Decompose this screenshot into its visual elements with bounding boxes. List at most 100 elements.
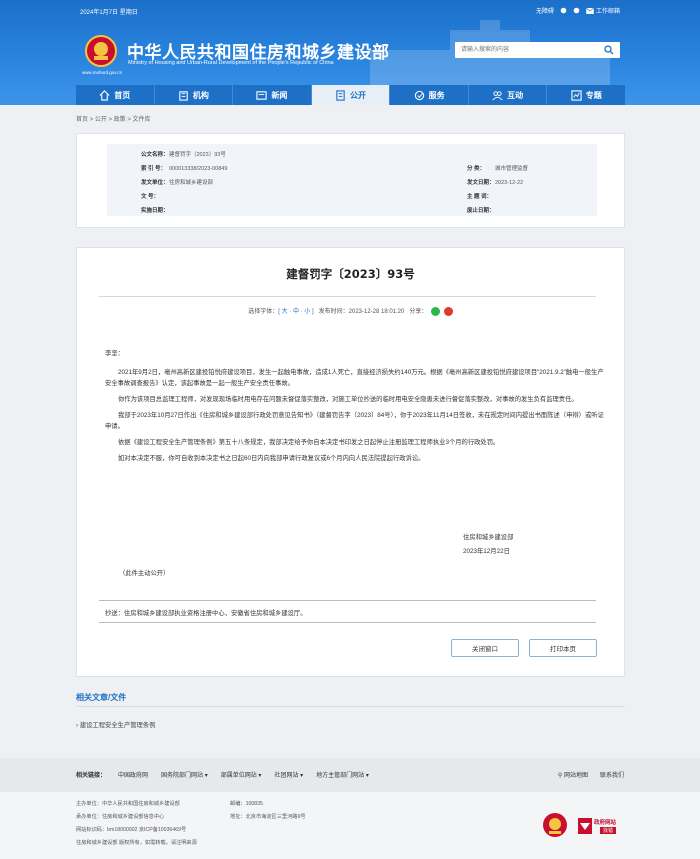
nav-label: 机构 (192, 90, 209, 100)
contact-link[interactable]: 联系我们 (600, 770, 624, 779)
share-label: 分享： (409, 309, 428, 315)
cc-line: 抄送：住房和城乡建设部执业资格注册中心，安徽省住房和城乡建设厅。 (105, 610, 307, 617)
current-date: 2024年1月7日 星期日 (80, 10, 138, 16)
related-item[interactable]: › 建设工程安全生产管理条例 (76, 720, 155, 729)
wechat-icon (573, 7, 580, 14)
font-size-switch[interactable]: [ 大 · 中 · 小 ] (278, 309, 313, 315)
mail-label: 工作邮箱 (595, 9, 620, 15)
footer-undertaker: 承办单位：住房和城乡建设部信息中心 (76, 814, 165, 820)
search-icon[interactable] (604, 45, 614, 55)
related-links-bar: 相关链接： 中国政府网 国务院部门网站 ▾ 部属单位网站 ▾ 社团网站 ▾ 地方… (0, 758, 700, 792)
footer-middle: 邮编：100835 地址：北京市海淀区三里河路9号 (230, 798, 306, 824)
footer-site-id: 网站标识码：bm18000002 京ICP备10036469号 (76, 827, 187, 833)
service-icon (414, 90, 424, 100)
nav-label: 服务 (428, 90, 445, 100)
info-label: 主 题 词： (467, 194, 493, 200)
info-issuer: 发文单位：住房和城乡建设部 (141, 178, 213, 186)
link-label: 国务院部门网站 (161, 773, 204, 779)
divider (76, 706, 625, 707)
info-doc-name: 公文名称：建督罚字〔2023〕93号 (141, 150, 226, 158)
nav-institution[interactable]: 机构 (155, 85, 234, 105)
weibo-share-icon[interactable] (443, 306, 453, 316)
info-value: 2023-12-22 (495, 180, 524, 186)
paragraph: 你作为该项目总监理工程师，对发现现场临时用电存在问题未督促落实整改，对施工单位抄… (118, 396, 578, 403)
nav-interact[interactable]: 互动 (469, 85, 548, 105)
document-info-panel: 公文名称：建督罚字〔2023〕93号 索 引 号： 000013338/2023-… (76, 133, 625, 228)
info-label: 文 号： (141, 194, 160, 200)
paragraph: 我部于2023年10月27日作出《住房和城乡建设部行政处罚意见告知书》（建督罚告… (105, 412, 604, 430)
nav-label: 专题 (585, 90, 602, 100)
link-affiliates[interactable]: 部属单位网站 ▾ (221, 770, 262, 779)
gov-badge-sub: 找错 (600, 827, 617, 834)
wechat-link[interactable] (573, 7, 580, 14)
mail-link[interactable]: 工作邮箱 (586, 6, 620, 15)
accessibility-link[interactable]: 无障碍 (536, 6, 554, 15)
document-content: 李坚： 2021年9月2日，亳州高新区建投铂悦府建设项目，发生一起触电事故，造成… (105, 348, 605, 469)
paragraph: 2021年9月2日，亳州高新区建投铂悦府建设项目，发生一起触电事故，造成1人死亡… (105, 369, 604, 387)
footer-copyright: 住房和城乡建设部 版权所有，如需转载，请注明来源 (76, 840, 197, 846)
public-note: （此件主动公开） (119, 570, 170, 577)
link-societies[interactable]: 社团网站 ▾ (274, 770, 303, 779)
info-label: 分 类： (467, 166, 486, 172)
weibo-icon (560, 7, 567, 14)
search-box (455, 42, 620, 58)
document-info-table: 公文名称：建督罚字〔2023〕93号 索 引 号： 000013338/2023-… (107, 144, 597, 216)
info-label: 发文单位： (141, 180, 169, 186)
info-category: 分 类： 城市管理监督 (467, 164, 528, 172)
nav-label: 公开 (350, 90, 367, 100)
footer-right-links: ⚲ 网站地图 联系我们 (558, 770, 624, 779)
footer-sponsor: 主办单位：中华人民共和国住房和城乡建设部 (76, 801, 180, 807)
nav-news[interactable]: 新闻 (233, 85, 312, 105)
interact-icon (492, 90, 503, 100)
link-local[interactable]: 地方主管部门网站 ▾ (316, 770, 369, 779)
nav-home[interactable]: 首页 (76, 85, 155, 105)
publish-time: 发布时间：2023-12-28 18:01:20 (318, 309, 405, 315)
links-label: 相关链接： (76, 773, 107, 779)
weibo-link[interactable] (560, 7, 567, 14)
footer-address: 地址：北京市海淀区三里河路9号 (230, 814, 306, 820)
link-gov[interactable]: 中国政府网 (118, 770, 148, 779)
info-value: 000013338/2023-00849 (169, 166, 228, 172)
footer-left: 主办单位：中华人民共和国住房和城乡建设部 承办单位：住房和城乡建设部信息中心 网… (76, 798, 197, 850)
info-label: 废止日期： (467, 208, 495, 214)
paragraph: 依据《建设工程安全生产管理条例》第五十八条规定，我部决定给予你自本决定书印发之日… (118, 439, 500, 446)
info-index: 索 引 号： 000013338/2023-00849 (141, 164, 227, 172)
sitemap-icon: ⚲ (557, 773, 563, 779)
related-title: 相关文章/文件 (76, 693, 127, 702)
top-bar: 2024年1月7日 星期日 无障碍 工作邮箱 (80, 6, 620, 16)
link-state-council[interactable]: 国务院部门网站 ▾ (161, 770, 208, 779)
news-icon (256, 90, 268, 100)
nav-publish[interactable]: 公开 (311, 85, 391, 105)
print-page-button[interactable]: 打印本页 (529, 639, 597, 657)
gov-site-badge[interactable]: 政府网站 找错 (576, 816, 626, 836)
signature-org: 住房和城乡建设部 (463, 534, 514, 541)
nav-label: 新闻 (271, 90, 288, 100)
signature-date: 2023年12月22日 (463, 548, 510, 555)
breadcrumb[interactable]: 首页 > 公开 > 政策 > 文件库 (76, 114, 151, 123)
document-body: 建督罚字〔2023〕93号 选择字体：[ 大 · 中 · 小 ] 发布时间：20… (76, 247, 625, 677)
font-size-label: 选择字体： (248, 309, 279, 315)
info-label: 发文日期： (467, 180, 495, 186)
search-input[interactable] (461, 44, 601, 56)
related-item-label: 建设工程安全生产管理条例 (79, 722, 156, 729)
info-value: 住房和城乡建设部 (169, 180, 214, 186)
info-effective: 实施日期： (141, 206, 169, 214)
link-label: 社团网站 (274, 773, 299, 779)
greeting: 李坚： (105, 350, 124, 357)
party-emblem-icon[interactable] (542, 812, 568, 838)
mail-icon (586, 7, 594, 14)
nav-topic[interactable]: 专题 (547, 85, 625, 105)
sitemap-link[interactable]: ⚲ 网站地图 (558, 770, 588, 779)
info-docno: 文 号： (141, 192, 169, 200)
nav-service[interactable]: 服务 (390, 85, 469, 105)
divider (99, 600, 596, 601)
links-row: 相关链接： 中国政府网 国务院部门网站 ▾ 部属单位网站 ▾ 社团网站 ▾ 地方… (76, 770, 382, 779)
building-icon (179, 90, 188, 101)
gov-badge-text: 政府网站 (594, 820, 617, 826)
footer-postcode: 邮编：100835 (230, 801, 263, 807)
info-label: 实施日期： (141, 208, 169, 214)
wechat-share-icon[interactable] (431, 306, 441, 316)
close-window-button[interactable]: 关闭窗口 (451, 639, 519, 657)
sitemap-label: 网站地图 (563, 773, 588, 779)
info-label: 索 引 号： (141, 166, 167, 172)
